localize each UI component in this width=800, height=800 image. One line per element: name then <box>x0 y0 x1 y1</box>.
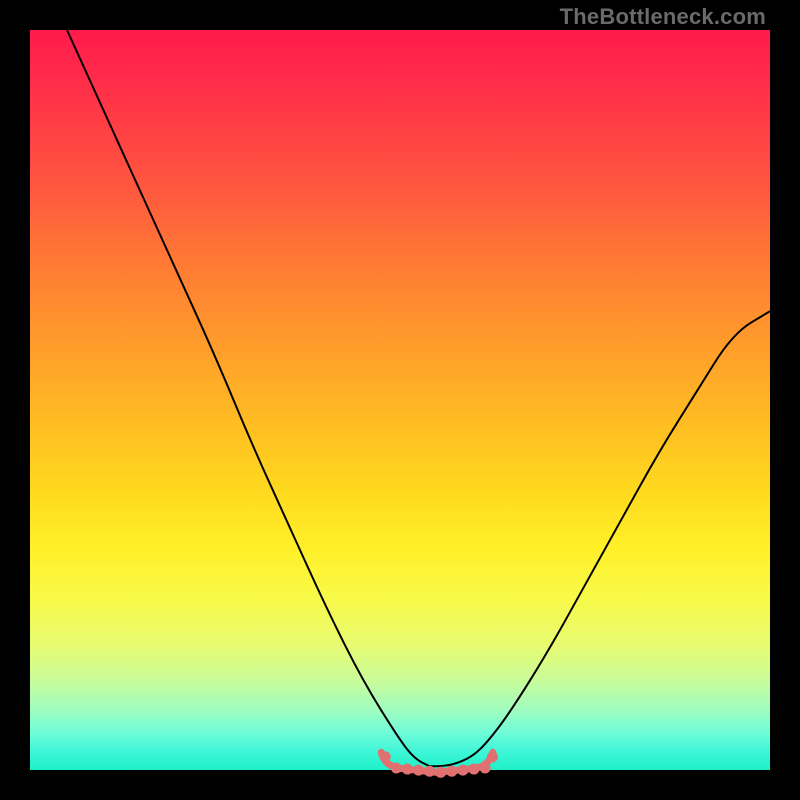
optimal-dot <box>402 764 413 775</box>
optimal-dot <box>487 751 498 762</box>
curve-svg <box>30 30 770 770</box>
optimal-dot <box>391 762 402 773</box>
optimal-dot <box>435 767 446 778</box>
optimal-dot <box>457 765 468 776</box>
curve-left-branch <box>67 30 430 766</box>
chart-frame: TheBottleneck.com <box>0 0 800 800</box>
optimal-dot <box>380 751 391 762</box>
optimal-dot <box>446 766 457 777</box>
plot-area <box>30 30 770 770</box>
optimal-dot <box>480 762 491 773</box>
optimal-dot <box>424 766 435 777</box>
watermark-text: TheBottleneck.com <box>560 4 766 30</box>
optimal-dot <box>413 765 424 776</box>
curve-right-branch <box>430 311 770 766</box>
optimal-dot <box>469 764 480 775</box>
